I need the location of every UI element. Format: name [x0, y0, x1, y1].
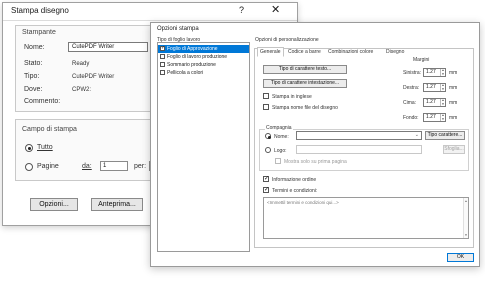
options-dialog-title: Opzioni stampa [157, 26, 199, 32]
margin-bottom-label: Fondo: [403, 115, 419, 121]
from-page-input[interactable]: 1 [100, 161, 128, 171]
margin-right-unit: mm [449, 85, 458, 91]
from-label: da: [82, 163, 92, 170]
checkbox[interactable] [160, 54, 165, 59]
type-value: CutePDF Writer [72, 74, 115, 80]
list-item-label: Foglio di lavoro produzione [167, 54, 228, 60]
margin-bottom-unit: mm [449, 115, 458, 121]
where-label: Dove: [24, 86, 43, 93]
all-radio[interactable] [25, 144, 33, 152]
help-button[interactable]: ? [239, 5, 244, 15]
header-font-button[interactable]: Tipo di carattere intestazione... [263, 79, 347, 88]
spinner-arrows-icon[interactable]: ▲ ▼ [440, 83, 445, 91]
list-item-label: Foglio di Approvazione [167, 46, 218, 52]
list-item[interactable]: Sommario produzione [158, 61, 249, 69]
logo-radio[interactable] [265, 147, 271, 153]
margin-top-spinner[interactable]: 1.27 ▲ ▼ [423, 98, 446, 107]
browse-button[interactable]: Sfoglia... [443, 145, 465, 154]
comment-label: Commento: [24, 98, 61, 105]
dialog-title: Stampa disegno [11, 6, 69, 15]
custom-options-label: Opzioni di personalizzazione [255, 37, 319, 43]
margin-right-value: 1.27 [426, 84, 436, 90]
margin-left-value: 1.27 [426, 69, 436, 75]
company-name-label: Nome: [274, 134, 289, 140]
font-type-button[interactable]: Tipo carattere... [425, 131, 465, 140]
to-label: per: [134, 163, 147, 170]
company-label: Compagnia [265, 125, 293, 131]
first-page-only-checkbox[interactable] [275, 158, 281, 164]
list-item[interactable]: ✓ Foglio di Approvazione [158, 45, 249, 53]
printer-section-title: Stampante [22, 29, 56, 36]
margins-label: Margini [413, 57, 430, 63]
terms-label: Termini e condizioni: [272, 188, 318, 194]
spinner-arrows-icon[interactable]: ▲ ▼ [440, 98, 445, 106]
sheet-type-list[interactable]: ✓ Foglio di Approvazione Foglio di lavor… [157, 42, 250, 252]
margin-top-value: 1.27 [426, 99, 436, 105]
pages-radio[interactable] [25, 163, 33, 171]
print-filename-label: Stampa nome file del disegno [272, 105, 338, 111]
logo-label: Logo: [274, 148, 287, 154]
margin-bottom-spinner[interactable]: 1.27 ▲ ▼ [423, 113, 446, 122]
printer-name-value: CutePDF Writer [72, 44, 115, 50]
margin-left-spinner[interactable]: 1.27 ▲ ▼ [423, 68, 446, 77]
tab-general[interactable]: Generale [257, 47, 284, 57]
margin-right-label: Destra: [403, 85, 420, 91]
checkbox[interactable]: ✓ [160, 45, 165, 51]
options-button[interactable]: Opzioni... [30, 198, 78, 211]
list-item[interactable]: Pellicola a colori [158, 69, 249, 77]
print-english-checkbox[interactable] [263, 93, 269, 99]
list-item[interactable]: Foglio di lavoro produzione [158, 53, 249, 61]
order-info-label: Informazione ordine [272, 177, 317, 183]
margin-top-label: Cima: [403, 100, 417, 106]
list-item-label: Sommario produzione [167, 62, 216, 68]
close-button[interactable]: ✕ [271, 3, 280, 16]
scroll-down-icon[interactable]: ▼ [464, 233, 468, 237]
scrollbar[interactable]: ▲ ▼ [463, 198, 468, 238]
scroll-up-icon[interactable]: ▲ [464, 199, 468, 203]
margin-bottom-value: 1.27 [426, 114, 436, 120]
title-bar: Stampa disegno ? ✕ [3, 3, 297, 21]
order-info-checkbox[interactable] [263, 175, 269, 182]
from-page-value: 1 [103, 163, 107, 169]
printer-name-select[interactable]: CutePDF Writer [68, 42, 148, 52]
logo-path-input[interactable] [296, 145, 422, 154]
checkbox[interactable] [160, 62, 165, 67]
chevron-down-icon: ⌄ [414, 132, 419, 138]
margin-left-label: Sinistra: [403, 70, 422, 76]
tab-drawing[interactable]: Disegno [384, 48, 406, 56]
print-english-label: Stampa in inglese [272, 94, 312, 100]
margin-top-unit: mm [449, 100, 458, 106]
company-name-select[interactable]: ⌄ [296, 131, 422, 140]
status-label: Stato: [24, 60, 43, 67]
tab-barcode[interactable]: Codice a barre [286, 48, 323, 56]
type-label: Tipo: [24, 73, 40, 80]
spinner-arrows-icon[interactable]: ▲ ▼ [440, 68, 445, 76]
name-label: Nome: [24, 44, 45, 51]
preview-button[interactable]: Anteprima... [91, 198, 143, 211]
checkbox[interactable] [160, 70, 165, 75]
status-value: Ready [72, 61, 90, 67]
terms-placeholder: <Immettil termini e condizioni qui...> [267, 200, 339, 205]
list-item-label: Pellicola a colori [167, 70, 204, 76]
terms-checkbox[interactable] [263, 186, 269, 193]
margin-right-spinner[interactable]: 1.27 ▲ ▼ [423, 83, 446, 92]
tab-color-combinations[interactable]: Combinazioni colore [326, 48, 375, 56]
where-value: CPW2: [72, 87, 92, 93]
print-filename-checkbox[interactable] [263, 104, 269, 110]
terms-textarea[interactable]: <Immettil termini e condizioni qui...> ▲… [263, 197, 469, 239]
margin-left-unit: mm [449, 70, 458, 76]
pages-label: Pagine [37, 163, 59, 170]
print-range-title: Campo di stampa [22, 126, 77, 133]
print-options-dialog: Opzioni stampa Tipo di foglio lavoro ✓ F… [150, 22, 480, 267]
all-label: Tutto [37, 144, 53, 151]
spinner-arrows-icon[interactable]: ▲ ▼ [440, 113, 445, 121]
company-name-radio[interactable] [265, 133, 271, 139]
text-font-button[interactable]: Tipo di carattere testo... [263, 65, 347, 74]
first-page-only-label: Mostra solo su prima pagina [284, 159, 347, 165]
ok-button[interactable]: OK [447, 253, 474, 262]
